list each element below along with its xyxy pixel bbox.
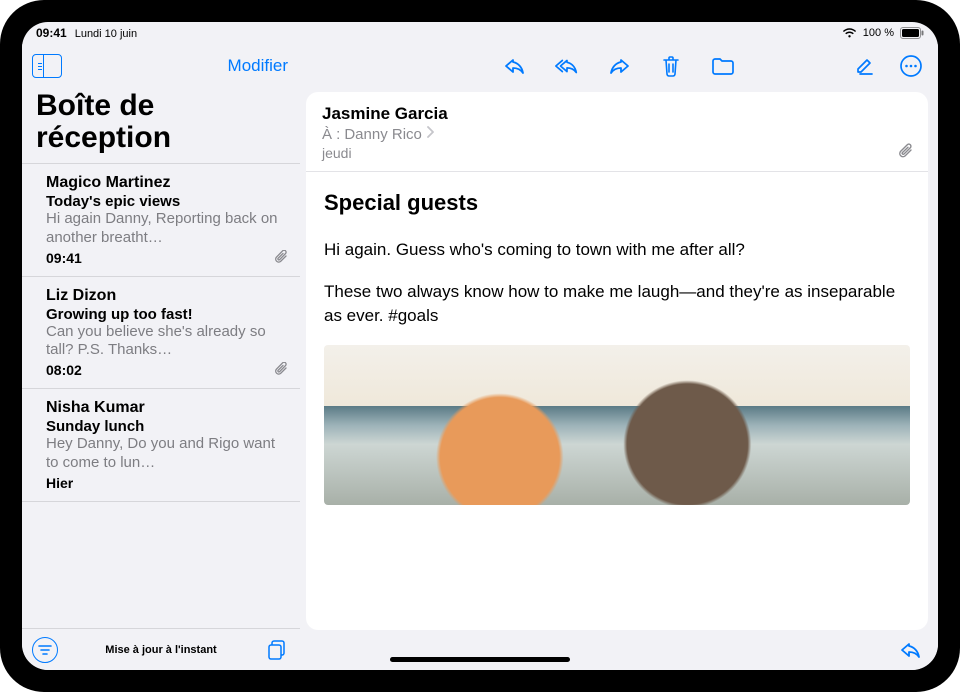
message-paragraph: These two always know how to make me lau… (324, 280, 910, 328)
status-time: 09:41 (36, 26, 67, 40)
message-date: jeudi (322, 145, 912, 161)
status-bar: 09:41 Lundi 10 juin 100 % (22, 22, 938, 44)
message-header[interactable]: Jasmine Garcia À : Danny Rico jeudi (306, 92, 928, 172)
sidebar: Modifier Boîte de réception Magico Marti… (22, 44, 300, 670)
message-toolbar (300, 44, 938, 88)
sidebar-toggle-button[interactable] (32, 54, 62, 78)
paperclip-icon (898, 143, 914, 161)
message-pane: ••• (300, 44, 938, 670)
message-from: Jasmine Garcia (322, 104, 912, 124)
trash-button[interactable] (658, 53, 684, 79)
list-preview: Hi again Danny, Reporting back on anothe… (46, 210, 288, 248)
filter-button[interactable] (32, 637, 58, 663)
list-time: Hier (46, 475, 73, 491)
list-item[interactable]: Liz Dizon Growing up too fast! Can you b… (22, 277, 300, 390)
list-time: 09:41 (46, 250, 82, 266)
message-subject: Special guests (324, 190, 910, 216)
battery-icon (900, 27, 924, 39)
list-item[interactable]: Magico Martinez Today's epic views Hi ag… (22, 164, 300, 277)
message-card: Jasmine Garcia À : Danny Rico jeudi (306, 92, 928, 630)
wifi-icon (842, 28, 857, 39)
message-list[interactable]: Magico Martinez Today's epic views Hi ag… (22, 163, 300, 628)
to-label: À : (322, 126, 340, 143)
move-button[interactable] (710, 53, 736, 79)
list-item[interactable]: Nisha Kumar Sunday lunch Hey Danny, Do y… (22, 389, 300, 502)
edit-button[interactable]: Modifier (228, 56, 288, 76)
battery-text: 100 % (863, 27, 894, 39)
inbox-title: Boîte de réception (22, 88, 300, 163)
reply-all-button[interactable] (554, 53, 580, 79)
status-date: Lundi 10 juin (75, 28, 137, 40)
compose-button[interactable] (852, 53, 878, 79)
message-paragraph: Hi again. Guess who's coming to town wit… (324, 238, 910, 262)
list-sender: Nisha Kumar (46, 399, 288, 417)
mailboxes-button[interactable] (264, 637, 290, 663)
list-subject: Today's epic views (46, 193, 288, 210)
list-preview: Hey Danny, Do you and Rigo want to come … (46, 435, 288, 473)
chevron-right-icon (426, 126, 434, 143)
forward-button[interactable] (606, 53, 632, 79)
list-subject: Growing up too fast! (46, 306, 288, 323)
list-sender: Magico Martinez (46, 174, 288, 192)
list-preview: Can you believe she's already so tall? P… (46, 323, 288, 361)
list-time: 08:02 (46, 362, 82, 378)
message-body[interactable]: Special guests Hi again. Guess who's com… (306, 172, 928, 505)
more-button[interactable] (898, 53, 924, 79)
paperclip-icon (274, 250, 288, 266)
paperclip-icon (274, 362, 288, 378)
home-indicator[interactable] (390, 657, 570, 662)
reply-button[interactable] (502, 53, 528, 79)
to-name[interactable]: Danny Rico (344, 126, 422, 143)
sync-status: Mise à jour à l'instant (58, 644, 264, 656)
list-sender: Liz Dizon (46, 287, 288, 305)
attachment-image[interactable] (324, 345, 910, 505)
list-subject: Sunday lunch (46, 418, 288, 435)
reply-footer-button[interactable] (898, 637, 924, 663)
